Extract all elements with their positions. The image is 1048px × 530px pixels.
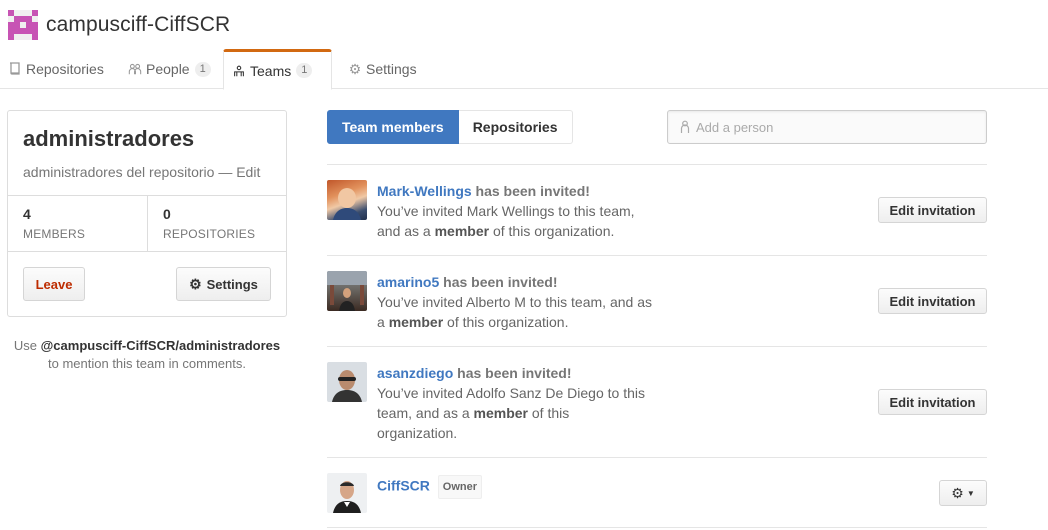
repositories-label: REPOSITORIES <box>163 227 256 241</box>
gear-icon: ⚙ <box>348 60 362 77</box>
edit-invitation-button[interactable]: Edit invitation <box>878 389 987 415</box>
org-name[interactable]: campusciff-CiffSCR <box>46 13 230 37</box>
tab-label: Teams <box>250 62 292 79</box>
tab-teams[interactable]: Teams 1 <box>223 49 332 90</box>
description-separator: — <box>218 164 233 180</box>
invite-message-end: of this organization. <box>492 223 615 239</box>
team-settings-button[interactable]: ⚙ Settings <box>176 267 271 301</box>
member-info: amarino5 has been invited! You’ve invite… <box>377 272 652 332</box>
team-description: administradores del repositorio — Edit <box>23 164 260 180</box>
list-item: amarino5 has been invited! You’ve invite… <box>327 256 987 347</box>
subnav-repositories[interactable]: Repositories <box>458 110 573 144</box>
team-icon <box>232 64 246 78</box>
avatar-cell <box>32 34 38 40</box>
member-options-button[interactable]: ⚙ ▼ <box>939 480 987 506</box>
org-header: campusciff-CiffSCR <box>8 10 230 40</box>
edit-invitation-button[interactable]: Edit invitation <box>878 197 987 223</box>
tab-label: Settings <box>366 61 417 77</box>
edit-invitation-button[interactable]: Edit invitation <box>878 288 987 314</box>
person-icon <box>680 120 690 134</box>
team-name: administradores <box>23 126 195 151</box>
member-info: CiffSCR Owner <box>377 475 652 499</box>
avatar[interactable] <box>327 362 367 402</box>
member-list: Mark-Wellings has been invited! You’ve i… <box>327 164 987 528</box>
members-label: MEMBERS <box>23 227 86 241</box>
team-stats: 4 MEMBERS 0 REPOSITORIES <box>8 195 286 252</box>
invite-role: member <box>434 223 490 239</box>
member-info: asanzdiego has been invited! You’ve invi… <box>377 363 652 443</box>
avatar[interactable] <box>327 180 367 220</box>
invite-message-end: of this organization. <box>447 314 569 330</box>
team-subnav: Team members Repositories <box>327 110 573 144</box>
member-info: Mark-Wellings has been invited! You’ve i… <box>377 181 652 241</box>
repositories-count: 0 <box>163 206 171 222</box>
mention-handle: @campusciff-CiffSCR/administradores <box>40 338 281 353</box>
team-settings-label: Settings <box>206 276 258 292</box>
team-description-text: administradores del repositorio <box>23 164 215 180</box>
mention-prefix: Use <box>13 338 37 353</box>
org-avatar[interactable] <box>8 10 38 40</box>
people-icon <box>128 62 142 76</box>
tab-people[interactable]: People 1 <box>120 49 220 89</box>
invite-status: has been invited! <box>443 274 558 290</box>
subnav-team-members[interactable]: Team members <box>327 110 459 144</box>
invite-role: member <box>388 314 444 330</box>
tab-repositories[interactable]: Repositories <box>0 49 112 89</box>
members-count: 4 <box>23 206 31 222</box>
org-tabs: Repositories People 1 Teams 1 ⚙ Settings <box>0 49 1048 90</box>
edit-description-link[interactable]: Edit <box>236 164 260 180</box>
repo-icon <box>8 62 22 76</box>
avatar[interactable] <box>327 271 367 311</box>
tab-label: Repositories <box>26 61 104 77</box>
list-item: CiffSCR Owner ⚙ ▼ <box>327 458 987 528</box>
tab-settings[interactable]: ⚙ Settings <box>340 49 430 89</box>
owner-badge: Owner <box>437 475 483 499</box>
chevron-down-icon: ▼ <box>966 488 975 498</box>
teams-count-badge: 1 <box>296 63 313 78</box>
avatar[interactable] <box>327 473 367 513</box>
tab-label: People <box>146 61 190 77</box>
list-item: asanzdiego has been invited! You’ve invi… <box>327 347 987 458</box>
mention-suffix: to mention this team in comments. <box>48 356 246 371</box>
add-person-input[interactable] <box>696 119 976 135</box>
people-count-badge: 1 <box>194 61 211 77</box>
members-stat[interactable]: 4 MEMBERS <box>8 196 147 251</box>
invite-status: has been invited! <box>475 183 590 199</box>
member-login-link[interactable]: CiffSCR <box>377 478 430 494</box>
invite-role: member <box>473 405 528 421</box>
member-login-link[interactable]: Mark-Wellings <box>377 183 472 199</box>
add-person-field[interactable] <box>667 110 987 144</box>
repositories-stat[interactable]: 0 REPOSITORIES <box>147 196 286 251</box>
member-login-link[interactable]: asanzdiego <box>377 365 453 381</box>
mention-hint: Use @campusciff-CiffSCR/administradores … <box>7 337 287 373</box>
list-item: Mark-Wellings has been invited! You’ve i… <box>327 165 987 256</box>
gear-icon: ⚙ <box>951 484 964 501</box>
team-card: administradores administradores del repo… <box>7 110 287 317</box>
member-login-link[interactable]: amarino5 <box>377 274 439 290</box>
invite-status: has been invited! <box>457 365 572 381</box>
gear-icon: ⚙ <box>189 275 202 292</box>
leave-team-button[interactable]: Leave <box>23 267 85 301</box>
